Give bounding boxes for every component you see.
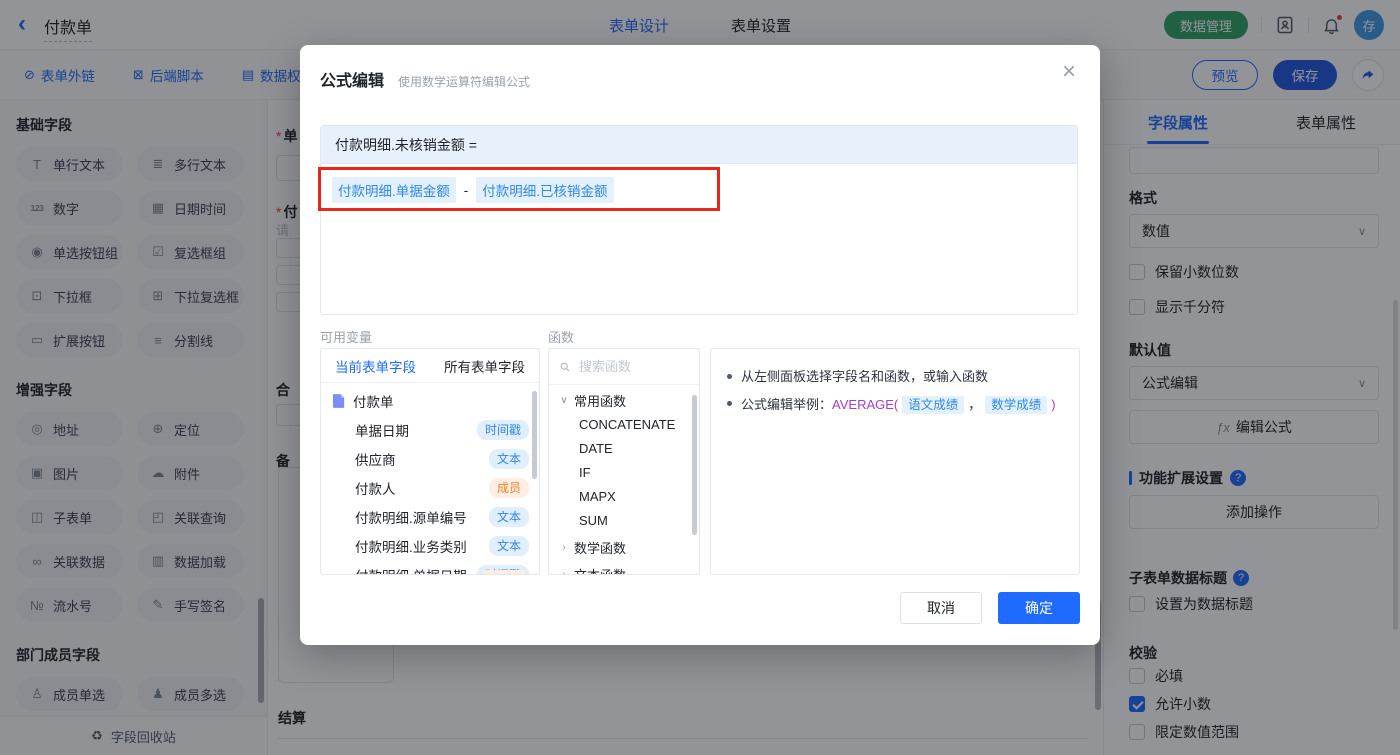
formula-edit-modal: 公式编辑 使用数学运算符编辑公式 × 付款明细.未核销金额 = 付款明细.单据金… (300, 45, 1100, 645)
group-label: 文本函数 (574, 565, 626, 574)
variables-root-node[interactable]: 付款单 (321, 383, 539, 415)
function-item[interactable]: IF (549, 460, 699, 484)
type-badge: 文本 (488, 448, 529, 469)
variable-row[interactable]: 付款明细.源单编号 文本 (321, 502, 539, 531)
function-item[interactable]: SUM (549, 508, 699, 532)
modal-subtitle: 使用数学运算符编辑公式 (398, 75, 531, 89)
type-badge: 时间戳 (476, 419, 529, 440)
function-group-text[interactable]: › 文本函数 (549, 559, 699, 575)
formula-target-text: 付款明细.未核销金额 = (335, 136, 477, 153)
chevron-collapsed-icon: › (562, 569, 566, 575)
partial-badge (483, 570, 525, 574)
bullet-dot (727, 401, 732, 407)
group-label: 数学函数 (574, 541, 627, 556)
variable-name: 付款明细.业务类别 (355, 539, 467, 555)
variable-name: 单据日期 (355, 423, 409, 439)
example-function-close: ) (1051, 396, 1056, 412)
function-group-common[interactable]: ∨ 常用函数 (549, 385, 699, 412)
modal-header: 公式编辑 使用数学运算符编辑公式 (300, 45, 1100, 91)
type-badge: 成员 (488, 477, 529, 498)
function-item[interactable]: MAPX (549, 484, 699, 508)
document-icon (333, 394, 345, 408)
help-line-2: 公式编辑举例：AVERAGE(语文成绩，数学成绩) (727, 391, 1063, 419)
variable-row[interactable]: 付款人 成员 (321, 473, 539, 502)
tab-all-form-fields[interactable]: 所有表单字段 (430, 356, 539, 376)
variable-name: 付款人 (355, 481, 396, 497)
variables-label: 可用变量 (320, 330, 373, 345)
example-field-chip: 数学成绩 (985, 395, 1048, 414)
example-field-chip: 语文成绩 (902, 395, 965, 414)
minus-operator: - (463, 182, 469, 198)
function-item[interactable]: DATE (549, 436, 699, 460)
variables-tabs: 当前表单字段 所有表单字段 (321, 349, 539, 383)
function-search[interactable] (549, 349, 699, 385)
function-search-input[interactable] (577, 358, 689, 375)
formula-field-chip[interactable]: 付款明细.单据金额 (332, 177, 456, 203)
functions-scrollbar[interactable] (692, 395, 697, 535)
formula-input-area[interactable]: 付款明细.单据金额 - 付款明细.已核销金额 (318, 164, 1077, 314)
type-badge: 文本 (488, 506, 529, 527)
example-function-name: AVERAGE( (832, 396, 899, 412)
variable-name: 供应商 (355, 452, 396, 468)
variable-name: 付款明细.源单编号 (355, 510, 467, 526)
root-label: 付款单 (353, 395, 394, 410)
variable-row[interactable]: 供应商 文本 (321, 444, 539, 473)
example-separator: ， (968, 396, 982, 412)
formula-target: 付款明细.未核销金额 = (321, 126, 1077, 164)
formula-field-chip[interactable]: 付款明细.已核销金额 (476, 177, 614, 203)
search-icon (560, 362, 570, 371)
type-badge: 文本 (488, 535, 529, 556)
functions-label: 函数 (548, 330, 575, 345)
bullet-dot (727, 373, 732, 379)
form-designer-app: ‹ 付款单 表单设计 表单设置 数据管理 存 ⊘ 表单外链 ⊠ 后端脚本 ▤ 数… (0, 0, 1400, 755)
tab-current-form-fields[interactable]: 当前表单字段 (321, 356, 430, 376)
chevron-collapsed-icon: › (562, 542, 566, 553)
function-group-math[interactable]: › 数学函数 (549, 532, 699, 559)
variable-name: 付款明细.单据日期 (355, 565, 467, 575)
functions-panel: ∨ 常用函数 CONCATENATE DATE IF MAPX SUM › 数学… (548, 348, 700, 575)
help-line-1: 从左侧面板选择字段名和函数，或输入函数 (727, 363, 1063, 391)
function-item[interactable]: CONCATENATE (549, 412, 699, 436)
help-content: 从左侧面板选择字段名和函数，或输入函数 公式编辑举例：AVERAGE(语文成绩，… (711, 349, 1079, 433)
formula-editor: 付款明细.未核销金额 = 付款明细.单据金额 - 付款明细.已核销金额 (318, 125, 1078, 315)
variable-row[interactable]: 单据日期 时间戳 (321, 415, 539, 444)
close-icon[interactable]: × (1062, 60, 1076, 84)
group-label: 常用函数 (574, 394, 627, 409)
chevron-expanded-icon: ∨ (560, 395, 568, 406)
variables-scrollbar[interactable] (532, 391, 537, 479)
confirm-button[interactable]: 确定 (998, 592, 1080, 624)
modal-title: 公式编辑 (320, 73, 385, 90)
variables-panel: 当前表单字段 所有表单字段 付款单 单据日期 时间戳 供应商 文本 付款人 成员 付款… (320, 348, 540, 575)
cancel-button[interactable]: 取消 (900, 592, 982, 624)
variable-row[interactable]: 付款明细.业务类别 文本 (321, 531, 539, 560)
formula-expression: 付款明细.单据金额 - 付款明细.已核销金额 (332, 177, 614, 203)
help-panel: 从左侧面板选择字段名和函数，或输入函数 公式编辑举例：AVERAGE(语文成绩，… (710, 348, 1080, 575)
